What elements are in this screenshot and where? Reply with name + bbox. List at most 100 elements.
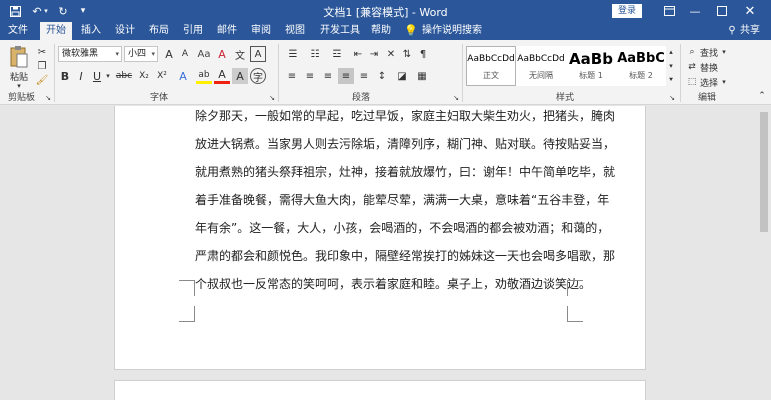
select-dropdown-icon[interactable]: ▾ [720, 76, 728, 88]
chinese-layout-icon[interactable]: ✕ [384, 46, 398, 62]
tab-file[interactable]: 文件 [4, 22, 32, 40]
strikethrough-button[interactable]: abc [114, 68, 134, 84]
document-line: 就用煮熟的猪头祭拜祖宗，灶神，接着就放爆竹，曰：谢年！中午简单吃毕，就 [195, 165, 616, 179]
paragraph-launcher-icon[interactable]: ↘ [452, 94, 460, 102]
italic-button[interactable]: I [74, 68, 88, 84]
find-icon[interactable]: ⌕ [686, 46, 698, 58]
select-button[interactable]: 选择 [698, 76, 720, 89]
enclose-characters-icon[interactable]: 字 [250, 68, 266, 84]
margin-corner-mark [567, 280, 583, 296]
tab-review[interactable]: 审阅 [246, 22, 276, 40]
minimize-icon[interactable]: — [686, 3, 704, 19]
styles-scroll-up-icon[interactable]: ▴ [666, 46, 676, 58]
styles-scroll-down-icon[interactable]: ▾ [666, 60, 676, 72]
justify-icon[interactable]: ≡ [338, 68, 354, 84]
document-line: 着手准备晚餐，需得大鱼大肉，能荤尽荤，满满一大桌，意味着“五谷丰登，年 [195, 193, 610, 207]
sort-icon[interactable]: ⇅ [400, 46, 414, 62]
tab-mailings[interactable]: 邮件 [212, 22, 242, 40]
paragraph-group-label: 段落 [352, 93, 371, 103]
document-area: 除夕那天，一般如常的早起，吃过早饭，家庭主妇取大柴生劝火，把猪头，腌肉 放进大锅… [0, 106, 771, 400]
margin-corner-mark [179, 306, 195, 322]
paste-dropdown-icon[interactable]: ▾ [12, 82, 26, 90]
bold-button[interactable]: B [58, 68, 72, 84]
distributed-icon[interactable]: ≡ [356, 68, 372, 84]
font-name-combo[interactable]: 微软雅黑 ▾ [58, 46, 122, 62]
tab-references[interactable]: 引用 [178, 22, 208, 40]
multilevel-list-icon[interactable]: ☲ [328, 46, 346, 62]
style-heading-1-label: 标题 1 [579, 71, 603, 80]
next-page[interactable] [114, 380, 646, 400]
tab-developer[interactable]: 开发工具 [316, 22, 364, 40]
tab-insert[interactable]: 插入 [76, 22, 106, 40]
find-dropdown-icon[interactable]: ▾ [720, 46, 728, 58]
styles-launcher-icon[interactable]: ↘ [668, 94, 676, 102]
font-name-value: 微软雅黑 [62, 49, 99, 59]
tab-view[interactable]: 视图 [280, 22, 310, 40]
ribbon-display-options-icon[interactable] [660, 3, 678, 19]
align-left-icon[interactable]: ≡ [284, 68, 300, 84]
cut-icon[interactable]: ✂ [36, 46, 48, 58]
underline-button[interactable]: U [90, 68, 104, 84]
font-color-button[interactable]: A [214, 68, 230, 84]
increase-indent-icon[interactable]: ⇥ [366, 46, 382, 62]
character-border-icon[interactable]: A [250, 46, 266, 62]
clear-formatting-icon[interactable]: A [214, 46, 230, 62]
tab-design[interactable]: 设计 [110, 22, 140, 40]
align-center-icon[interactable]: ≡ [302, 68, 318, 84]
styles-more-icon[interactable]: ⯆ [666, 74, 676, 86]
clipboard-launcher-icon[interactable]: ↘ [44, 94, 52, 102]
tab-home[interactable]: 开始 [40, 22, 72, 40]
superscript-button[interactable]: X² [154, 68, 170, 84]
tab-layout[interactable]: 布局 [144, 22, 174, 40]
replace-icon[interactable]: ⇄ [686, 61, 698, 73]
numbering-icon[interactable]: ☷ [306, 46, 324, 62]
lightbulb-icon[interactable]: 💡 [404, 22, 418, 40]
font-name-dropdown-icon[interactable]: ▾ [115, 47, 119, 61]
format-painter-icon[interactable]: 🖌 [36, 74, 49, 86]
change-case-icon[interactable]: Aa [196, 46, 212, 62]
tell-me-search[interactable]: 操作说明搜索 [422, 22, 486, 40]
vertical-scrollbar[interactable] [757, 106, 771, 400]
line-spacing-icon[interactable]: ↕ [374, 68, 390, 84]
character-shading-icon[interactable]: A [232, 68, 248, 84]
paste-icon[interactable] [8, 44, 30, 70]
select-icon[interactable]: ⬚ [686, 76, 698, 88]
style-heading-1[interactable]: AaBb 标题 1 [566, 46, 616, 86]
align-right-icon[interactable]: ≡ [320, 68, 336, 84]
tab-help[interactable]: 帮助 [366, 22, 396, 40]
close-icon[interactable]: ✕ [741, 3, 759, 19]
collapse-ribbon-icon[interactable]: ⌃ [756, 90, 768, 102]
phonetic-guide-icon[interactable]: 文 [232, 46, 248, 62]
highlight-color-button[interactable]: ab [196, 68, 212, 84]
font-size-dropdown-icon[interactable]: ▾ [151, 47, 155, 61]
shading-icon[interactable]: ◪ [394, 68, 410, 84]
subscript-button[interactable]: X₂ [136, 68, 152, 84]
login-button[interactable]: 登录 [612, 4, 642, 18]
bullets-icon[interactable]: ☰ [284, 46, 302, 62]
document-line: 放进大锅煮。当家男人则去污除垢，清障列序，糊门神、贴对联。待按贴妥当， [195, 137, 616, 151]
font-launcher-icon[interactable]: ↘ [268, 94, 276, 102]
document-page[interactable]: 除夕那天，一般如常的早起，吃过早饭，家庭主妇取大柴生劝火，把猪头，腌肉 放进大锅… [114, 106, 646, 370]
share-icon[interactable]: ⚲ [726, 22, 738, 40]
style-heading-2[interactable]: AaBbC 标题 2 [616, 46, 666, 86]
style-no-spacing[interactable]: AaBbCcDd 无间隔 [516, 46, 566, 86]
share-button[interactable]: 共享 [740, 22, 764, 40]
document-title: 文档1 [兼容模式] - Word [323, 6, 448, 19]
scroll-thumb[interactable] [760, 112, 768, 232]
font-size-combo[interactable]: 小四 ▾ [124, 46, 158, 62]
maximize-icon[interactable] [713, 3, 731, 19]
replace-button[interactable]: 替换 [698, 61, 720, 74]
paste-button[interactable]: 粘贴 [6, 70, 32, 83]
shrink-font-icon[interactable]: A [178, 46, 192, 62]
underline-dropdown-icon[interactable]: ▾ [104, 68, 112, 84]
decrease-indent-icon[interactable]: ⇤ [350, 46, 366, 62]
ribbon: 粘贴 ▾ ✂ ❐ 🖌 剪贴板 ↘ 微软雅黑 ▾ 小四 ▾ A A Aa A 文 A … [0, 40, 771, 105]
borders-icon[interactable]: ▦ [414, 68, 430, 84]
copy-icon[interactable]: ❐ [36, 60, 48, 72]
margin-corner-mark [567, 306, 583, 322]
find-button[interactable]: 查找 [698, 46, 720, 59]
text-effects-icon[interactable]: A [174, 68, 192, 84]
style-normal[interactable]: AaBbCcDd 正文 [466, 46, 516, 86]
show-marks-icon[interactable]: ¶ [416, 46, 430, 62]
grow-font-icon[interactable]: A [162, 46, 176, 62]
